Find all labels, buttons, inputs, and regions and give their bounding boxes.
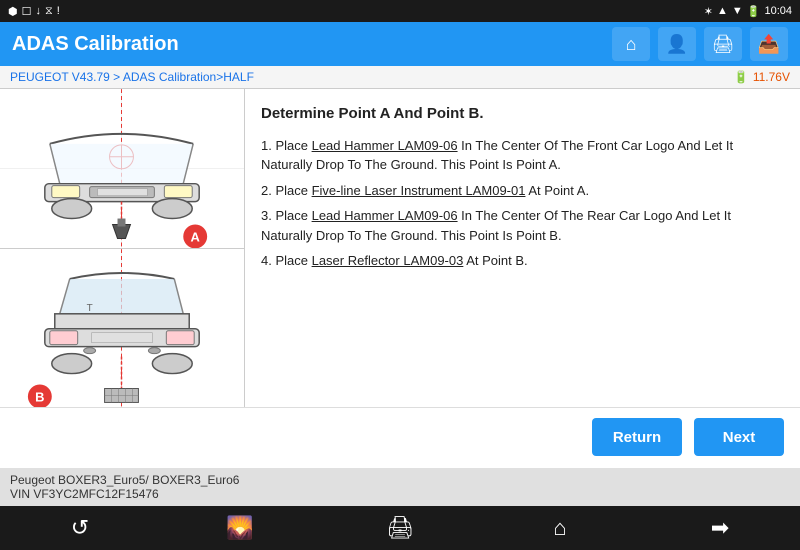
svg-text:T: T xyxy=(87,302,93,313)
button-row: Return Next xyxy=(0,407,800,468)
tool-name-3: Lead Hammer LAM09-06 xyxy=(312,208,458,223)
bluetooth-icon: ✶ xyxy=(704,5,713,18)
return-button[interactable]: Return xyxy=(592,418,682,456)
gallery-nav-button[interactable]: 🌄 xyxy=(210,506,270,550)
status-bar: ⬢ ☐ ↓ ⧖ ! ✶ ▲ ▼ 🔋 10:04 xyxy=(0,0,800,22)
forward-nav-button[interactable]: ➡ xyxy=(690,506,750,550)
diagram-area: A xyxy=(0,89,245,407)
instruction-2: 2. Place Five-line Laser Instrument LAM0… xyxy=(261,181,784,201)
clock-icon: ⧖ xyxy=(45,5,53,18)
tool-name-1: Lead Hammer LAM09-06 xyxy=(312,138,458,153)
footer-line2: VIN VF3YC2MFC12F15476 xyxy=(10,487,790,501)
export-button[interactable]: 📤 xyxy=(750,27,788,61)
battery-icon: 🔋 xyxy=(747,5,761,18)
breadcrumb-path: PEUGEOT V43.79 > ADAS Calibration>HALF xyxy=(10,70,254,84)
status-bar-left: ⬢ ☐ ↓ ⧖ ! xyxy=(8,5,60,18)
diagram-front-car: A xyxy=(0,89,244,249)
footer-line1: Peugeot BOXER3_Euro5/ BOXER3_Euro6 xyxy=(10,473,790,487)
sim-icon: ☐ xyxy=(22,5,32,18)
tool-name-2: Five-line Laser Instrument LAM09-01 xyxy=(312,183,526,198)
nav-bar: ↺ 🌄 🖨 ⌂ ➡ xyxy=(0,506,800,550)
svg-text:B: B xyxy=(35,389,44,404)
battery-info: 🔋 11.76V xyxy=(734,70,790,84)
diagram-rear-car: B T xyxy=(0,249,244,408)
breadcrumb: PEUGEOT V43.79 > ADAS Calibration>HALF 🔋… xyxy=(0,66,800,89)
instruction-3: 3. Place Lead Hammer LAM09-06 In The Cen… xyxy=(261,206,784,245)
user-button[interactable]: 👤 xyxy=(658,27,696,61)
time-display: 10:04 xyxy=(764,5,792,17)
download-icon: ↓ xyxy=(35,5,41,17)
instruction-title: Determine Point A And Point B. xyxy=(261,103,784,126)
back-nav-button[interactable]: ↺ xyxy=(50,506,110,550)
instruction-4: 4. Place Laser Reflector LAM09-03 At Poi… xyxy=(261,251,784,271)
header-icons: ⌂ 👤 🖨 📤 xyxy=(612,27,788,61)
print-button[interactable]: 🖨 xyxy=(704,27,742,61)
print-nav-button[interactable]: 🖨 xyxy=(370,506,430,550)
alert-icon: ! xyxy=(57,5,60,17)
wifi-icon: ▼ xyxy=(732,5,743,17)
next-button[interactable]: Next xyxy=(694,418,784,456)
main-content: A xyxy=(0,89,800,407)
tool-name-4: Laser Reflector LAM09-03 xyxy=(312,253,464,268)
home-button[interactable]: ⌂ xyxy=(612,27,650,61)
battery-voltage: 11.76V xyxy=(753,70,790,84)
header: ADAS Calibration ⌂ 👤 🖨 📤 xyxy=(0,22,800,66)
app-title: ADAS Calibration xyxy=(12,33,179,56)
svg-text:A: A xyxy=(191,229,200,244)
home-nav-button[interactable]: ⌂ xyxy=(530,506,590,550)
status-bar-right: ✶ ▲ ▼ 🔋 10:04 xyxy=(704,5,792,18)
bt-icon: ⬢ xyxy=(8,5,18,18)
instruction-1: 1. Place Lead Hammer LAM09-06 In The Cen… xyxy=(261,136,784,175)
battery-icon-small: 🔋 xyxy=(734,70,749,84)
text-area: Determine Point A And Point B. 1. Place … xyxy=(245,89,800,407)
footer-info: Peugeot BOXER3_Euro5/ BOXER3_Euro6 VIN V… xyxy=(0,468,800,506)
signal-icon: ▲ xyxy=(717,5,728,17)
